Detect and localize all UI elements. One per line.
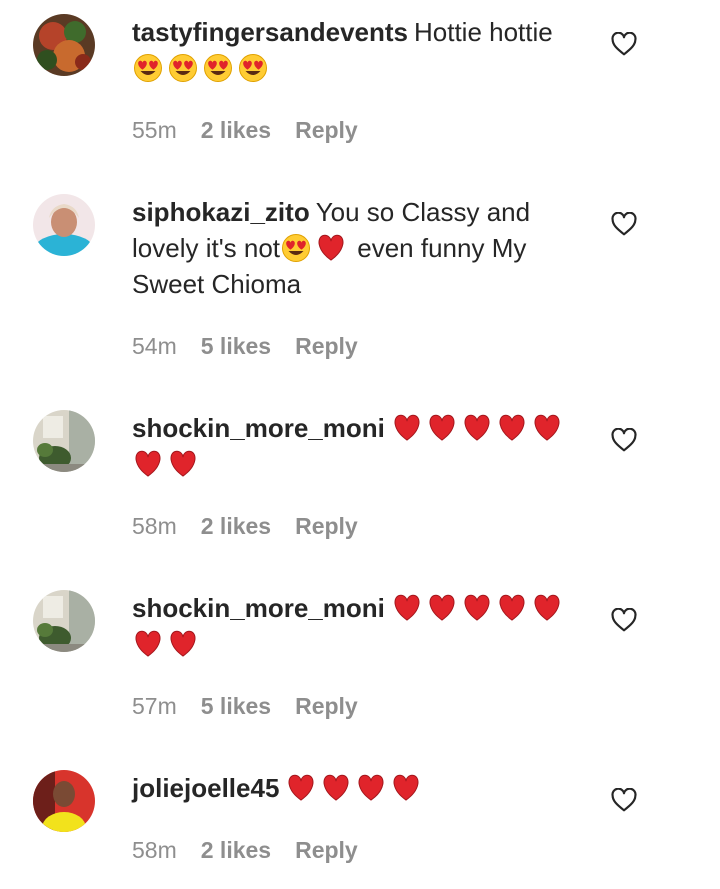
red-heart-emoji	[318, 234, 344, 261]
like-button[interactable]	[611, 788, 637, 812]
like-button[interactable]	[611, 608, 637, 632]
comment-meta: 54m 5 likes Reply	[132, 331, 358, 361]
avatar[interactable]	[33, 770, 95, 832]
like-button[interactable]	[611, 32, 637, 56]
red-heart-emoji	[358, 774, 384, 801]
red-heart-emoji	[394, 414, 420, 441]
comment-body: Hottie hottie	[413, 17, 553, 47]
comment-likes-count[interactable]: 2 likes	[201, 837, 271, 863]
comment-username[interactable]: joliejoelle45	[132, 773, 279, 803]
heart-eyes-emoji	[282, 234, 311, 262]
comment-username[interactable]: shockin_more_moni	[132, 413, 385, 443]
comment-time: 58m	[132, 513, 177, 539]
like-button[interactable]	[611, 428, 637, 452]
comment-likes-count[interactable]: 5 likes	[201, 693, 271, 719]
red-heart-emoji	[323, 774, 349, 801]
red-heart-emoji	[394, 594, 420, 621]
heart-eyes-emoji	[134, 54, 162, 82]
red-heart-emoji	[429, 414, 455, 441]
emoji-row	[285, 773, 425, 803]
avatar[interactable]	[33, 194, 95, 256]
comment-text: shockin_more_moni	[132, 410, 587, 482]
red-heart-emoji	[499, 594, 525, 621]
heart-eyes-emoji	[239, 54, 267, 82]
comment-time: 54m	[132, 333, 177, 359]
heart-outline-icon	[611, 608, 637, 632]
comment-meta: 58m 2 likes Reply	[132, 835, 358, 865]
comment-likes-count[interactable]: 5 likes	[201, 333, 271, 359]
avatar[interactable]	[33, 410, 95, 472]
red-heart-emoji	[534, 594, 560, 621]
comment-text: tastyfingersandevents Hottie hottie	[132, 14, 587, 86]
heart-outline-icon	[611, 428, 637, 452]
red-heart-emoji	[464, 414, 490, 441]
red-heart-emoji	[135, 630, 161, 657]
reply-button[interactable]: Reply	[295, 333, 358, 359]
comment-text: shockin_more_moni	[132, 590, 587, 662]
heart-eyes-emoji	[204, 54, 232, 82]
reply-button[interactable]: Reply	[295, 837, 358, 863]
comment-text: joliejoelle45	[132, 770, 587, 806]
comment-time: 58m	[132, 837, 177, 863]
comment-time: 57m	[132, 693, 177, 719]
red-heart-emoji	[393, 774, 419, 801]
comment-meta: 57m 5 likes Reply	[132, 691, 358, 721]
red-heart-emoji	[429, 594, 455, 621]
comment-meta: 58m 2 likes Reply	[132, 511, 358, 541]
heart-outline-icon	[611, 788, 637, 812]
comment-username[interactable]: siphokazi_zito	[132, 197, 310, 227]
red-heart-emoji	[288, 774, 314, 801]
red-heart-emoji	[170, 450, 196, 477]
red-heart-emoji	[464, 594, 490, 621]
comment-username[interactable]: shockin_more_moni	[132, 593, 385, 623]
emoji-row	[280, 233, 350, 263]
red-heart-emoji	[135, 450, 161, 477]
comment-likes-count[interactable]: 2 likes	[201, 117, 271, 143]
comment-time: 55m	[132, 117, 177, 143]
red-heart-emoji	[499, 414, 525, 441]
emoji-row	[132, 53, 272, 83]
heart-eyes-emoji	[169, 54, 197, 82]
red-heart-emoji	[534, 414, 560, 441]
avatar[interactable]	[33, 14, 95, 76]
heart-outline-icon	[611, 32, 637, 56]
reply-button[interactable]: Reply	[295, 513, 358, 539]
avatar[interactable]	[33, 590, 95, 652]
reply-button[interactable]: Reply	[295, 693, 358, 719]
reply-button[interactable]: Reply	[295, 117, 358, 143]
comment-meta: 55m 2 likes Reply	[132, 115, 358, 145]
heart-outline-icon	[611, 212, 637, 236]
like-button[interactable]	[611, 212, 637, 236]
comment-likes-count[interactable]: 2 likes	[201, 513, 271, 539]
comment-text: siphokazi_zito You so Classy and lovely i…	[132, 194, 587, 302]
red-heart-emoji	[170, 630, 196, 657]
comment-username[interactable]: tastyfingersandevents	[132, 17, 408, 47]
